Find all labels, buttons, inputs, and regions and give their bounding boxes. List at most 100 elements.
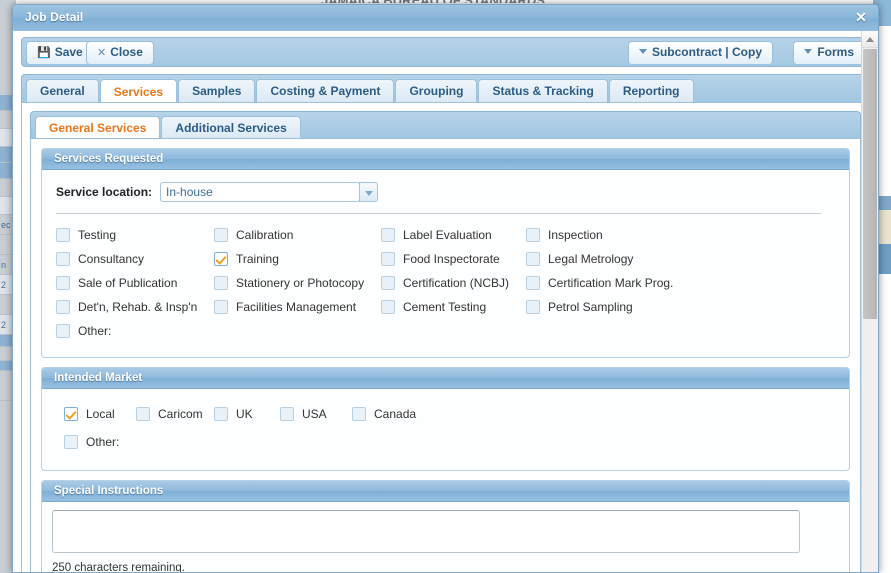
checkbox-unchecked-icon[interactable]	[526, 228, 540, 242]
checkbox-label: Stationery or Photocopy	[236, 276, 365, 290]
checkbox-unchecked-icon[interactable]	[214, 228, 228, 242]
checkbox-caricom[interactable]: Caricom	[136, 407, 214, 421]
subtab-label: General Services	[49, 121, 147, 135]
job-detail-dialog: Job Detail ✕ 💾 Save ✕ Close Subcontract | …	[12, 4, 879, 573]
checkbox-unchecked-icon[interactable]	[352, 407, 366, 421]
checkbox-unchecked-icon[interactable]	[526, 300, 540, 314]
subcontract-copy-label: Subcontract | Copy	[651, 45, 762, 59]
checkbox-det-n-rehab-insp-n[interactable]: Det'n, Rehab. & Insp'n	[56, 300, 214, 314]
checkbox-other[interactable]: Other:	[56, 324, 214, 338]
checkbox-unchecked-icon[interactable]	[56, 300, 70, 314]
checkbox-checked-icon[interactable]	[214, 252, 228, 266]
checkbox-other[interactable]: Other:	[64, 435, 136, 449]
subcontract-copy-menu-button[interactable]: Subcontract | Copy	[627, 41, 773, 65]
checkbox-calibration[interactable]: Calibration	[214, 228, 381, 242]
tab-general[interactable]: General	[26, 79, 99, 102]
checkbox-stationery-or-photocopy[interactable]: Stationery or Photocopy	[214, 276, 381, 290]
chevron-down-icon[interactable]	[359, 182, 379, 202]
checkbox-unchecked-icon[interactable]	[56, 228, 70, 242]
checkbox-unchecked-icon[interactable]	[56, 324, 70, 338]
close-button[interactable]: ✕ Close	[86, 41, 154, 65]
tab-status-tracking[interactable]: Status & Tracking	[478, 79, 608, 102]
checkbox-label: Facilities Management	[236, 300, 357, 314]
checkbox-unchecked-icon[interactable]	[381, 276, 395, 290]
tab-grouping[interactable]: Grouping	[395, 79, 478, 102]
checkbox-label-evaluation[interactable]: Label Evaluation	[381, 228, 526, 242]
service-location-select[interactable]: In-house	[160, 182, 379, 202]
checkbox-label: Cement Testing	[403, 300, 487, 314]
page-heading: JAMAICA BUREAU OF STANDARDS	[268, 0, 598, 3]
checkbox-unchecked-icon[interactable]	[381, 228, 395, 242]
checkbox-unchecked-icon[interactable]	[56, 252, 70, 266]
checkbox-unchecked-icon[interactable]	[136, 407, 150, 421]
checkbox-testing[interactable]: Testing	[56, 228, 214, 242]
triangle-up-icon[interactable]	[862, 31, 878, 48]
checkbox-label: Food Inspectorate	[403, 252, 500, 266]
tab-label: Costing & Payment	[270, 84, 381, 98]
checkbox-canada[interactable]: Canada	[352, 407, 442, 421]
checkbox-unchecked-icon[interactable]	[214, 300, 228, 314]
checkbox-training[interactable]: Training	[214, 252, 381, 266]
checkbox-food-inspectorate[interactable]: Food Inspectorate	[381, 252, 526, 266]
checkbox-row: Other:	[56, 319, 835, 343]
checkbox-unchecked-icon[interactable]	[381, 252, 395, 266]
checkbox-usa[interactable]: USA	[280, 407, 352, 421]
checkbox-certification-ncbj[interactable]: Certification (NCBJ)	[381, 276, 526, 290]
checkbox-unchecked-icon[interactable]	[526, 252, 540, 266]
vertical-scrollbar[interactable]	[861, 31, 878, 572]
checkbox-checked-icon[interactable]	[64, 407, 78, 421]
close-icon[interactable]: ✕	[852, 8, 870, 26]
tab-samples[interactable]: Samples	[178, 79, 256, 102]
forms-menu-button[interactable]: Forms	[793, 41, 865, 65]
special-instructions-header: Special Instructions	[42, 481, 849, 502]
subtab-additional-services[interactable]: Additional Services	[161, 116, 301, 138]
checkbox-unchecked-icon[interactable]	[56, 276, 70, 290]
dialog-title: Job Detail	[25, 10, 84, 24]
checkbox-unchecked-icon[interactable]	[214, 276, 228, 290]
tab-services[interactable]: Services	[99, 79, 178, 102]
checkbox-sale-of-publication[interactable]: Sale of Publication	[56, 276, 214, 290]
tab-content-area: General Services Additional Services Serv…	[21, 102, 870, 572]
services-subtabstrip: General Services Additional Services	[30, 111, 861, 138]
checkbox-unchecked-icon[interactable]	[214, 407, 228, 421]
tab-label: Samples	[192, 84, 242, 98]
checkbox-certification-mark-prog[interactable]: Certification Mark Prog.	[526, 276, 686, 290]
checkbox-local[interactable]: Local	[64, 407, 136, 421]
tab-reporting[interactable]: Reporting	[608, 79, 694, 102]
checkbox-unchecked-icon[interactable]	[64, 435, 78, 449]
checkbox-cement-testing[interactable]: Cement Testing	[381, 300, 526, 314]
tab-label: Services	[113, 85, 164, 99]
checkbox-petrol-sampling[interactable]: Petrol Sampling	[526, 300, 686, 314]
checkbox-row: Testing Calibration Label Evaluation Inspec…	[56, 223, 835, 247]
intended-market-group: Intended Market Local Caricom UK USA Canada O…	[41, 367, 850, 471]
chevron-down-icon	[804, 49, 813, 54]
checkbox-label: Other:	[86, 435, 120, 449]
checkbox-label: UK	[236, 407, 253, 421]
checkbox-legal-metrology[interactable]: Legal Metrology	[526, 252, 686, 266]
tab-costing-payment[interactable]: Costing & Payment	[256, 79, 395, 102]
save-button-label: Save	[54, 45, 83, 59]
checkbox-label: Local	[86, 407, 115, 421]
subtab-general-services[interactable]: General Services	[35, 116, 161, 138]
checkbox-label: Caricom	[158, 407, 203, 421]
checkbox-label: Other:	[78, 324, 112, 338]
checkbox-row: Det'n, Rehab. & Insp'n Facilities Managem…	[56, 295, 835, 319]
checkbox-label: Certification Mark Prog.	[548, 276, 674, 290]
checkbox-facilities-management[interactable]: Facilities Management	[214, 300, 381, 314]
checkbox-uk[interactable]: UK	[214, 407, 280, 421]
checkbox-label: USA	[302, 407, 327, 421]
save-button[interactable]: 💾 Save	[26, 41, 94, 65]
checkbox-label: Canada	[374, 407, 417, 421]
checkbox-inspection[interactable]: Inspection	[526, 228, 686, 242]
checkbox-unchecked-icon[interactable]	[526, 276, 540, 290]
scrollbar-thumb[interactable]	[863, 49, 877, 319]
tab-label: Reporting	[622, 84, 680, 98]
checkbox-label: Legal Metrology	[548, 252, 634, 266]
checkbox-unchecked-icon[interactable]	[280, 407, 294, 421]
checkbox-consultancy[interactable]: Consultancy	[56, 252, 214, 266]
checkbox-label: Sale of Publication	[78, 276, 178, 290]
checkbox-unchecked-icon[interactable]	[381, 300, 395, 314]
general-services-panel: Services Requested Service location: In-…	[30, 138, 861, 572]
special-instructions-input[interactable]	[52, 510, 800, 553]
main-tabstrip: General Services Samples Costing & Payment G…	[21, 74, 870, 102]
